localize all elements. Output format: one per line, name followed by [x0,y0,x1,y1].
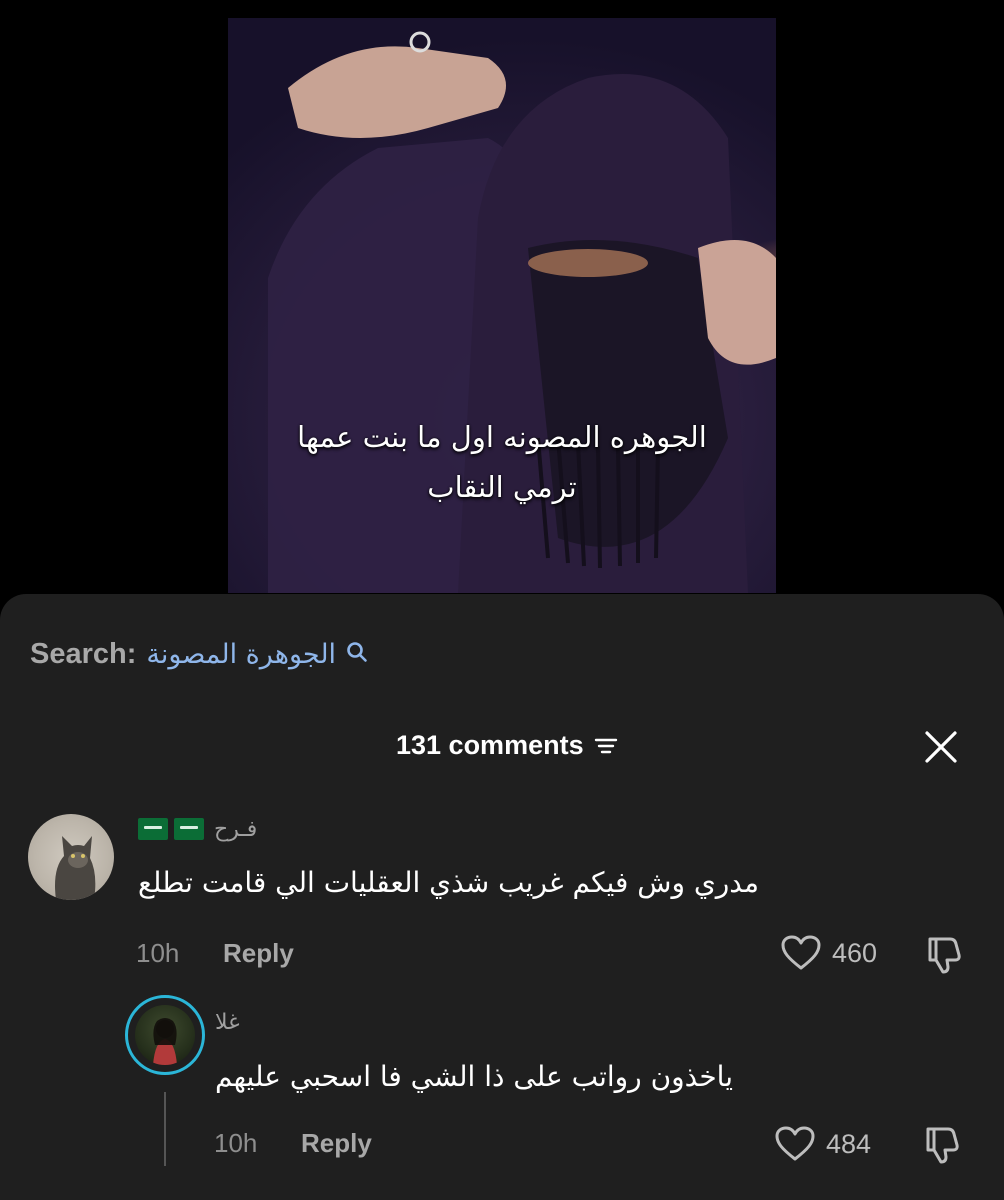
reply-thread-line [164,1092,166,1166]
comment-username[interactable]: غلا [215,1010,240,1035]
reply-button[interactable]: Reply [301,1128,372,1159]
close-button[interactable] [922,728,960,766]
like-count: 484 [826,1128,872,1159]
like-count: 460 [832,937,878,968]
comments-sort-button[interactable]: 131 comments [396,730,618,761]
video-caption-line-1: الجوهره المصونه اول ما بنت عمها [297,420,707,454]
search-icon [346,636,368,662]
dislike-button[interactable] [922,933,964,975]
comment-time: 10h [136,938,180,968]
profile-photo-image [153,1018,177,1065]
search-suggestion[interactable]: Search: الجوهرة المصونة [30,630,368,678]
filter-lines-icon [594,738,617,753]
heart-icon [775,1126,815,1161]
comment-time: 10h [214,1128,258,1158]
search-label: Search: [30,637,137,670]
dislike-button[interactable] [920,1123,962,1165]
username-flags [138,818,204,840]
comment-username[interactable]: فـرح [214,817,257,842]
saudi-flag-icon [174,818,204,840]
comment-count-label: 131 comments [396,730,584,760]
like-button[interactable]: 484 [774,1125,871,1163]
video-player[interactable]: الجوهره المصونه اول ما بنت عمها ترمي الن… [228,18,776,593]
close-icon [925,731,957,763]
avatar[interactable] [28,814,114,900]
avatar[interactable] [135,1005,195,1065]
video-caption-line-2: ترمي النقاب [427,470,577,504]
search-query-link[interactable]: الجوهرة المصونة [146,639,336,670]
comment-text: ياخذون رواتب على ذا الشي فا اسحبي عليهم [215,1060,733,1093]
heart-icon [781,935,821,970]
like-button[interactable]: 460 [780,934,877,972]
comments-header: 131 comments [0,722,1004,772]
reply-button[interactable]: Reply [223,938,294,969]
cat-avatar-image [55,836,96,900]
comment-text: مدري وش فيكم غريب شذي العقليات الي قامت … [138,866,760,899]
saudi-flag-icon [138,818,168,840]
thumbs-down-icon [928,937,961,974]
thumbs-down-icon [926,1127,959,1164]
